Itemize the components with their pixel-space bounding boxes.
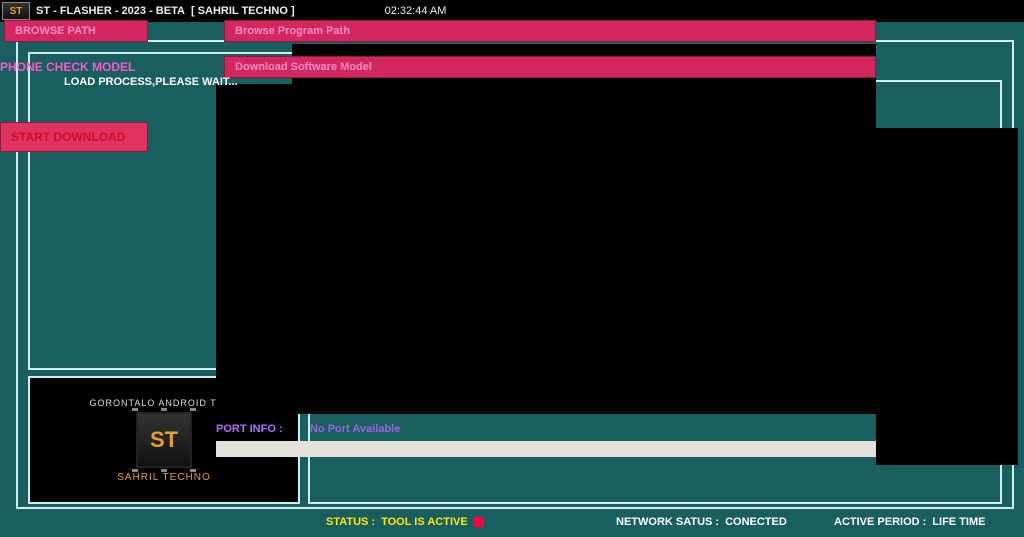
load-process-label: LOAD PROCESS,PLEASE WAIT...: [64, 76, 238, 88]
brand-bottom-text: SAHRIL TECHNO: [117, 472, 211, 483]
status-label: STATUS :: [326, 516, 375, 528]
console-area-side: [876, 128, 1018, 465]
active-period-label: ACTIVE PERIOD :: [834, 516, 926, 528]
console-area-main: [292, 44, 876, 414]
port-info-value: No Port Available: [310, 423, 400, 435]
network-status-value: CONECTED: [725, 516, 787, 528]
port-progress-bar: [216, 441, 876, 457]
active-period-value: LIFE TIME: [932, 516, 985, 528]
phone-check-model-label: PHONE CHECK MODEL: [0, 60, 135, 74]
brand-chip-icon: ST: [136, 412, 192, 468]
browse-path-button[interactable]: BROWSE PATH: [4, 20, 148, 42]
app-logo: ST: [2, 2, 30, 20]
network-status-label: NETWORK SATUS :: [616, 516, 719, 528]
status-indicator-icon: [474, 517, 484, 527]
app-time: 02:32:44 AM: [385, 5, 447, 17]
start-download-button[interactable]: START DOWNLOAD: [0, 122, 148, 152]
port-info-label: PORT INFO :: [216, 423, 283, 435]
status-value: TOOL IS ACTIVE: [381, 516, 468, 528]
download-software-model-button[interactable]: Download Software Model: [224, 56, 876, 78]
app-brand: [ SAHRIL TECHNO ]: [191, 5, 295, 17]
app-title: ST - FLASHER - 2023 - BETA: [36, 5, 185, 17]
status-bar: STATUS : TOOL IS ACTIVE NETWORK SATUS : …: [0, 513, 1024, 531]
browse-program-path-button[interactable]: Browse Program Path: [224, 20, 876, 42]
titlebar: ST ST - FLASHER - 2023 - BETA [ SAHRIL T…: [0, 0, 1024, 22]
